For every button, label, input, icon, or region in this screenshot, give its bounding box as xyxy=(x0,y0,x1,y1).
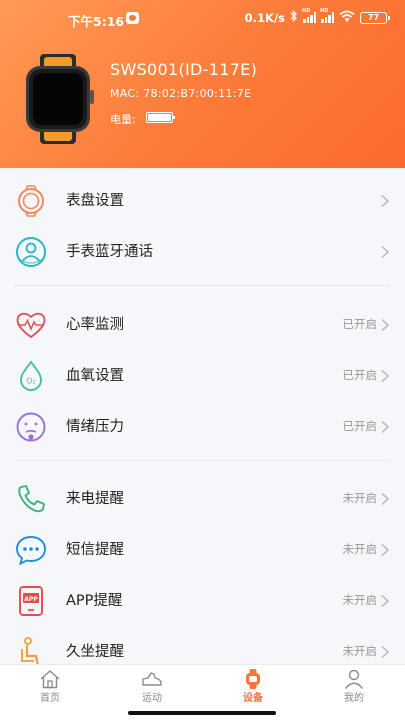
menu-item-call-reminder[interactable]: 来电提醒 未开启 xyxy=(0,474,405,520)
signal-1-label: HD xyxy=(302,8,311,14)
device-name: SWS001(ID-117E) xyxy=(110,60,258,79)
bluetooth-icon xyxy=(290,9,298,25)
menu-status: 已开启 xyxy=(342,419,378,433)
menu-label: 来电提醒 xyxy=(66,491,124,507)
chevron-right-icon xyxy=(379,244,391,259)
app-icon: APP xyxy=(14,584,48,618)
tab-label: 运动 xyxy=(142,693,162,704)
menu-item-blood-oxygen[interactable]: O₂ 血氧设置 已开启 xyxy=(0,351,405,397)
chevron-right-icon xyxy=(379,593,391,608)
wifi-icon xyxy=(339,10,355,25)
phone-icon xyxy=(14,482,48,516)
menu-item-bluetooth-call[interactable]: 手表蓝牙通话 xyxy=(0,227,405,273)
chevron-right-icon xyxy=(379,644,391,659)
signal-2-icon: HD xyxy=(320,8,334,23)
chevron-right-icon xyxy=(379,419,391,434)
menu-item-mood-stress[interactable]: 情绪压力 已开启 xyxy=(0,402,405,448)
device-battery-label: 电量: xyxy=(110,113,136,126)
menu-status: 未开启 xyxy=(342,542,378,556)
blood-oxygen-icon: O₂ xyxy=(14,359,48,393)
tab-label: 首页 xyxy=(40,693,60,704)
chevron-right-icon xyxy=(379,317,391,332)
watch-face-icon xyxy=(14,184,48,218)
sedentary-icon xyxy=(14,635,48,664)
chevron-right-icon xyxy=(379,193,391,208)
status-time: 下午5:16 xyxy=(68,14,125,29)
sms-icon xyxy=(14,533,48,567)
tab-home[interactable]: 首页 xyxy=(10,665,90,709)
menu-label: 表盘设置 xyxy=(66,193,124,209)
tab-profile[interactable]: 我的 xyxy=(314,665,394,709)
tab-label: 设备 xyxy=(243,693,263,704)
signal-2-label: HD xyxy=(320,8,329,14)
chevron-right-icon xyxy=(379,491,391,506)
mood-stress-icon xyxy=(14,410,48,444)
menu-status: 已开启 xyxy=(342,317,378,331)
tab-label: 我的 xyxy=(344,693,364,704)
section-divider xyxy=(14,285,391,286)
menu-label: 手表蓝牙通话 xyxy=(66,244,153,260)
menu-status: 未开启 xyxy=(342,644,378,658)
menu-item-sedentary-reminder[interactable]: 久坐提醒 未开启 xyxy=(0,627,405,664)
watch-icon xyxy=(242,669,264,689)
user-icon xyxy=(343,669,365,689)
device-mac: MAC: 78:02:B7:00:11:7E xyxy=(110,87,252,100)
menu-status: 未开启 xyxy=(342,593,378,607)
menu-item-heart-rate[interactable]: 心率监测 已开启 xyxy=(0,300,405,346)
menu-item-app-reminder[interactable]: APP APP提醒 未开启 xyxy=(0,576,405,622)
network-speed: 0.1K/s xyxy=(244,10,285,25)
device-battery-fill xyxy=(148,114,171,121)
device-battery-bar xyxy=(146,112,175,123)
section-divider xyxy=(14,460,391,461)
menu-label: 情绪压力 xyxy=(66,419,124,435)
signal-1-icon: HD xyxy=(302,8,316,23)
bluetooth-call-icon xyxy=(14,235,48,269)
menu-item-sms-reminder[interactable]: 短信提醒 未开启 xyxy=(0,525,405,571)
device-header: 下午5:16 0.1K/s HD HD 77 SWS001(ID-117E) M… xyxy=(0,0,405,168)
menu-label: APP提醒 xyxy=(66,593,123,609)
heart-rate-icon xyxy=(14,308,48,342)
o2-label: O₂ xyxy=(26,377,36,386)
menu-status: 未开启 xyxy=(342,491,378,505)
settings-list: 表盘设置 手表蓝牙通话 心率监测 已开启 O₂ 血氧设置 已开启 情绪压力 已开… xyxy=(0,168,405,664)
menu-item-watch-face[interactable]: 表盘设置 xyxy=(0,176,405,222)
tab-device[interactable]: 设备 xyxy=(213,665,293,709)
app-icon-label: APP xyxy=(24,596,38,603)
menu-status: 已开启 xyxy=(342,368,378,382)
chevron-right-icon xyxy=(379,542,391,557)
menu-label: 久坐提醒 xyxy=(66,644,124,660)
chevron-right-icon xyxy=(379,368,391,383)
menu-label: 心率监测 xyxy=(66,317,124,333)
battery-icon: 77 xyxy=(360,11,390,24)
tab-sport[interactable]: 运动 xyxy=(112,665,192,709)
smartwatch-image xyxy=(20,54,96,144)
sneaker-icon xyxy=(141,669,163,689)
menu-label: 短信提醒 xyxy=(66,542,124,558)
home-icon xyxy=(39,669,61,689)
app-notification-icon xyxy=(126,12,139,24)
status-bar: 下午5:16 0.1K/s HD HD 77 xyxy=(0,0,405,38)
battery-percent: 77 xyxy=(367,13,380,22)
menu-label: 血氧设置 xyxy=(66,368,124,384)
status-right: 0.1K/s HD HD 77 xyxy=(244,8,390,25)
home-indicator xyxy=(128,711,276,715)
